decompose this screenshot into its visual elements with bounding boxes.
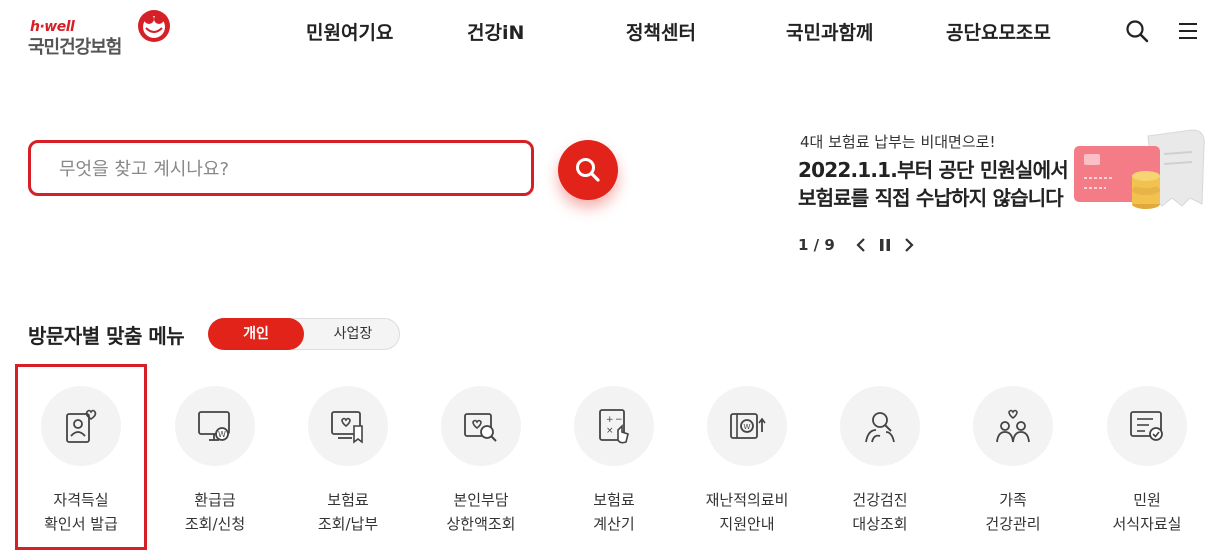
logo-name: 국민건강보험 bbox=[28, 37, 122, 58]
bill-icon bbox=[331, 411, 363, 444]
site-logo[interactable]: h·well 국민건강보험 bbox=[28, 8, 178, 58]
chevron-left-icon[interactable] bbox=[853, 236, 871, 254]
tile-label: 보험료 계산기 bbox=[547, 488, 681, 536]
tile-icon-bg: W bbox=[707, 386, 787, 466]
tile-label-line1: 환급금 bbox=[194, 491, 236, 509]
tile-label-line1: 보험료 bbox=[593, 491, 635, 509]
tile-label-line2: 조회/신청 bbox=[184, 515, 246, 533]
nav-item-minwon[interactable]: 민원여기요 bbox=[306, 18, 393, 45]
tile-icon-bg bbox=[441, 386, 521, 466]
menu-tile-health-checkup[interactable]: 건강검진 대상조회 bbox=[813, 384, 947, 544]
tile-label: 가족 건강관리 bbox=[946, 488, 1080, 536]
hamburger-menu-icon[interactable] bbox=[1176, 18, 1202, 44]
banner-pager: 1 / 9 bbox=[798, 236, 835, 254]
tile-label-line2: 조회/납부 bbox=[317, 515, 379, 533]
tile-icon-bg: + − × bbox=[574, 386, 654, 466]
tile-label: 보험료 조회/납부 bbox=[281, 488, 415, 536]
svg-text:W: W bbox=[218, 430, 226, 439]
tile-label-line1: 가족 bbox=[999, 491, 1027, 509]
tile-label-line2: 상한액조회 bbox=[446, 515, 516, 533]
banner-title[interactable]: 2022.1.1.부터 공단 민원실에서 보험료를 직접 수납하지 않습니다 bbox=[798, 156, 1069, 212]
chevron-right-icon[interactable] bbox=[900, 236, 918, 254]
search-box bbox=[28, 140, 534, 196]
svg-text:W: W bbox=[744, 423, 751, 431]
tile-icon-bg bbox=[308, 386, 388, 466]
tile-label-line2: 서식자료실 bbox=[1112, 515, 1182, 533]
menu-tile-catastrophic-support[interactable]: W 재난적의료비 지원안내 bbox=[680, 384, 814, 544]
tile-icon-bg bbox=[840, 386, 920, 466]
tile-label-line2: 계산기 bbox=[593, 515, 635, 533]
nav-item-together[interactable]: 국민과함께 bbox=[786, 18, 873, 45]
monitor-won-icon: W bbox=[198, 411, 230, 441]
document-check-icon bbox=[1130, 411, 1163, 441]
toggle-personal[interactable]: 개인 bbox=[208, 318, 304, 350]
nav-item-policy[interactable]: 정책센터 bbox=[626, 18, 696, 45]
menu-tile-copay-limit[interactable]: 본인부담 상한액조회 bbox=[414, 384, 548, 544]
search-input[interactable] bbox=[57, 143, 521, 195]
tile-label-line1: 본인부담 bbox=[453, 491, 509, 509]
person-search-icon bbox=[865, 412, 895, 443]
search-icon[interactable] bbox=[1124, 18, 1150, 44]
tile-label-line1: 보험료 bbox=[327, 491, 369, 509]
tile-icon-bg bbox=[973, 386, 1053, 466]
nav-item-about[interactable]: 공단요모조모 bbox=[946, 18, 1051, 45]
search-button[interactable] bbox=[558, 140, 618, 200]
pause-icon[interactable] bbox=[876, 236, 894, 254]
banner-subtitle: 4대 보험료 납부는 비대면으로! bbox=[800, 133, 996, 151]
svg-text:×: × bbox=[606, 426, 614, 436]
tile-label-line1: 재난적의료비 bbox=[705, 491, 789, 509]
tile-label-line2: 대상조회 bbox=[852, 515, 908, 533]
tile-label-line1: 건강검진 bbox=[852, 491, 908, 509]
banner-title-line2: 보험료를 직접 수납하지 않습니다 bbox=[798, 186, 1064, 210]
menu-tile-refund[interactable]: W 환급금 조회/신청 bbox=[148, 384, 282, 544]
tile-label-line2: 건강관리 bbox=[985, 515, 1041, 533]
svg-text:+: + bbox=[606, 415, 614, 425]
won-support-icon: W bbox=[730, 413, 766, 439]
visitor-type-toggle: 개인 사업장 bbox=[208, 318, 400, 350]
banner-title-line1: 2022.1.1.부터 공단 민원실에서 bbox=[798, 158, 1069, 182]
menu-tile-premium-calculator[interactable]: + − × 보험료 계산기 bbox=[547, 384, 681, 544]
card-coins-illustration bbox=[1074, 129, 1205, 209]
tile-label-line1: 민원 bbox=[1133, 491, 1161, 509]
search-icon bbox=[576, 158, 600, 182]
tile-label-line2: 지원안내 bbox=[719, 515, 775, 533]
menu-tile-forms-library[interactable]: 민원 서식자료실 bbox=[1080, 384, 1214, 544]
family-heart-icon bbox=[996, 409, 1030, 443]
visitor-menu-title: 방문자별 맞춤 메뉴 bbox=[28, 324, 185, 348]
tile-label: 재난적의료비 지원안내 bbox=[680, 488, 814, 536]
svg-text:−: − bbox=[615, 415, 623, 425]
menu-tile-family-health[interactable]: 가족 건강관리 bbox=[946, 384, 1080, 544]
heart-search-icon bbox=[464, 413, 497, 442]
tile-icon-bg: W bbox=[175, 386, 255, 466]
tile-icon-bg bbox=[1107, 386, 1187, 466]
tile-label: 본인부담 상한액조회 bbox=[414, 488, 548, 536]
toggle-business[interactable]: 사업장 bbox=[305, 318, 401, 350]
menu-tile-premium-inquiry[interactable]: 보험료 조회/납부 bbox=[281, 384, 415, 544]
logo-mark-icon bbox=[138, 10, 170, 42]
tile-label: 민원 서식자료실 bbox=[1080, 488, 1214, 536]
tile-label: 건강검진 대상조회 bbox=[813, 488, 947, 536]
tile-label: 환급금 조회/신청 bbox=[148, 488, 282, 536]
calculator-icon: + − × bbox=[599, 409, 629, 444]
nav-item-health-in[interactable]: 건강iN bbox=[467, 18, 524, 45]
selection-highlight bbox=[15, 364, 147, 550]
